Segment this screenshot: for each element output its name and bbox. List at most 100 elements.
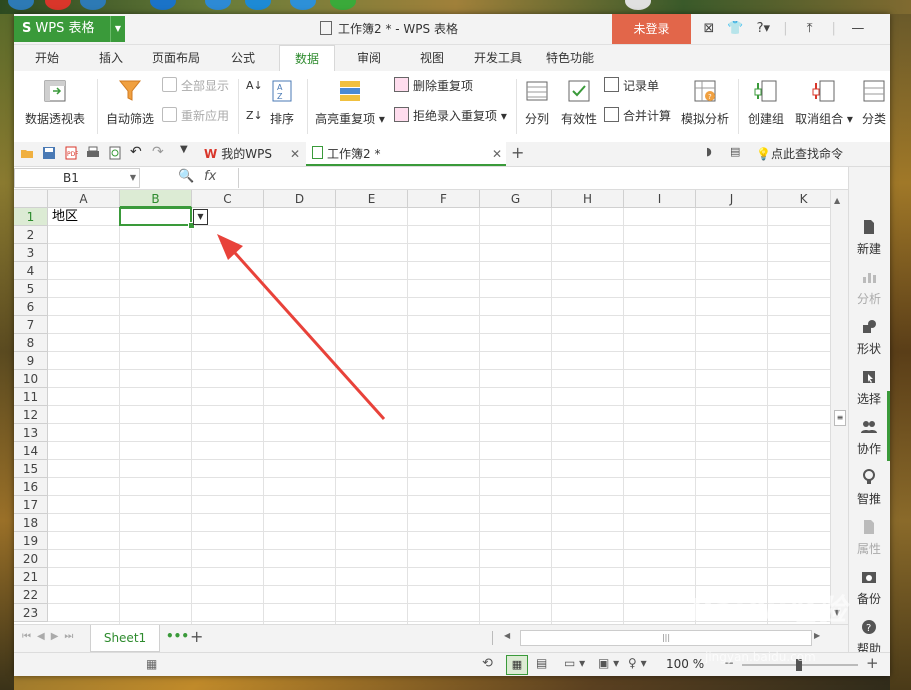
- format-icon[interactable]: ◗: [706, 145, 720, 159]
- minimize-icon[interactable]: —: [843, 14, 873, 44]
- comment-icon[interactable]: ▤: [730, 145, 744, 159]
- highlight-duplicates-button[interactable]: 高亮重复项 ▾: [312, 79, 388, 127]
- taskbar-app-icon[interactable]: [205, 0, 231, 10]
- history-icon[interactable]: ⟲: [482, 656, 493, 671]
- more-sheets-icon[interactable]: •••: [166, 629, 189, 643]
- taskbar-app-icon[interactable]: [45, 0, 71, 10]
- column-header[interactable]: K: [768, 190, 830, 208]
- column-header[interactable]: H: [552, 190, 624, 208]
- scroll-left-icon[interactable]: ◀: [504, 631, 510, 640]
- dropdown-list-button[interactable]: ▼: [193, 209, 208, 225]
- data-validation-button[interactable]: 有效性: [558, 79, 600, 127]
- tab-formulas[interactable]: 公式: [220, 45, 266, 71]
- row-header[interactable]: 19: [14, 532, 48, 550]
- column-header[interactable]: I: [624, 190, 696, 208]
- sort-descending-button[interactable]: Z↓: [246, 107, 263, 125]
- taskbar-app-icon[interactable]: [8, 0, 34, 10]
- show-all-button[interactable]: 全部显示: [162, 77, 229, 95]
- row-header[interactable]: 2: [14, 226, 48, 244]
- tab-home[interactable]: 开始: [24, 45, 70, 71]
- scroll-thumb[interactable]: ≡: [834, 410, 846, 426]
- side-properties-button[interactable]: 属性: [849, 519, 889, 557]
- side-analysis-button[interactable]: 分析: [849, 269, 889, 307]
- row-header[interactable]: 20: [14, 550, 48, 568]
- add-sheet-icon[interactable]: +: [190, 627, 203, 646]
- chevron-down-icon[interactable]: ▼: [110, 16, 125, 42]
- taskbar-app-icon[interactable]: [150, 0, 176, 10]
- sort-button[interactable]: AZ 排序: [264, 79, 300, 127]
- row-header[interactable]: 11: [14, 388, 48, 406]
- ungroup-button[interactable]: 取消组合 ▾: [792, 79, 856, 127]
- save-icon[interactable]: [42, 146, 56, 160]
- taskbar-app-icon[interactable]: [245, 0, 271, 10]
- print-icon[interactable]: [86, 146, 100, 160]
- panel-collapse-handle[interactable]: [887, 391, 890, 461]
- row-header[interactable]: 17: [14, 496, 48, 514]
- restore-view-icon[interactable]: ⤒: [795, 14, 825, 44]
- column-header[interactable]: D: [264, 190, 336, 208]
- help-button[interactable]: ?▾: [750, 14, 776, 44]
- row-header[interactable]: 1: [14, 208, 48, 226]
- tab-special[interactable]: 特色功能: [538, 45, 602, 71]
- remove-duplicates-button[interactable]: 删除重复项: [394, 77, 473, 95]
- row-header[interactable]: 12: [14, 406, 48, 424]
- consolidate-button[interactable]: 合并计算: [604, 107, 671, 125]
- formula-input[interactable]: [238, 168, 845, 188]
- export-pdf-icon[interactable]: PDF: [64, 146, 78, 160]
- taskbar-app-icon[interactable]: [80, 0, 106, 10]
- side-shape-button[interactable]: 形状: [849, 319, 889, 357]
- eye-protection-icon[interactable]: ♀ ▾: [628, 656, 647, 670]
- reading-view-icon[interactable]: ▣ ▾: [598, 656, 619, 670]
- row-header[interactable]: 10: [14, 370, 48, 388]
- row-header[interactable]: 18: [14, 514, 48, 532]
- close-icon[interactable]: ✕: [492, 142, 502, 166]
- reapply-button[interactable]: 重新应用: [162, 107, 229, 125]
- cell-a1[interactable]: 地区: [52, 208, 78, 226]
- row-header[interactable]: 9: [14, 352, 48, 370]
- taskbar-app-icon[interactable]: [330, 0, 356, 10]
- side-new-button[interactable]: 新建: [849, 219, 889, 257]
- tab-review[interactable]: 审阅: [346, 45, 392, 71]
- app-menu-button[interactable]: S WPS 表格 ▼: [14, 16, 125, 42]
- normal-view-icon[interactable]: ▦: [506, 655, 528, 675]
- spreadsheet-grid[interactable]: A B C D E F G H I J K 1 2 3 4 5 6 7 8 9 10 11 12 13 14 15 16 17 18 19…: [14, 190, 830, 624]
- row-header[interactable]: 7: [14, 316, 48, 334]
- autofilter-button[interactable]: 自动筛选: [102, 79, 158, 127]
- name-box[interactable]: B1 ▼: [14, 168, 140, 188]
- chevron-down-icon[interactable]: ▼: [130, 169, 136, 187]
- zoom-level[interactable]: 100 %: [666, 657, 704, 671]
- side-select-button[interactable]: 选择: [849, 369, 889, 407]
- row-header[interactable]: 23: [14, 604, 48, 622]
- close-icon[interactable]: ✕: [290, 142, 300, 166]
- column-header[interactable]: B: [120, 190, 192, 208]
- vertical-scrollbar[interactable]: ▲ ≡ ▼: [830, 190, 848, 624]
- new-tab-icon[interactable]: +: [511, 143, 525, 162]
- row-header[interactable]: 14: [14, 442, 48, 460]
- scroll-right-icon[interactable]: ▶: [814, 631, 820, 640]
- column-header[interactable]: G: [480, 190, 552, 208]
- open-folder-icon[interactable]: [20, 146, 34, 160]
- doc-tab-workbook2[interactable]: 工作簿2 * ✕: [306, 142, 506, 166]
- page-layout-view-icon[interactable]: ▭ ▾: [564, 656, 585, 670]
- row-header[interactable]: 13: [14, 424, 48, 442]
- scroll-up-icon[interactable]: ▲: [834, 196, 840, 205]
- row-header[interactable]: 6: [14, 298, 48, 316]
- skin-icon[interactable]: ⊠: [698, 14, 720, 44]
- tshirt-icon[interactable]: 👕: [724, 14, 746, 44]
- command-search[interactable]: 💡点此查找命令 (Alt+Q): [756, 142, 890, 185]
- tab-page-layout[interactable]: 页面布局: [144, 45, 208, 71]
- split-column-button[interactable]: 分列: [520, 79, 554, 127]
- taskbar-app-icon[interactable]: [290, 0, 316, 10]
- horizontal-scroll-thumb[interactable]: |||: [520, 630, 812, 646]
- row-header[interactable]: 4: [14, 262, 48, 280]
- redo-icon[interactable]: ↷: [152, 144, 166, 160]
- row-header[interactable]: 16: [14, 478, 48, 496]
- row-header[interactable]: 3: [14, 244, 48, 262]
- column-header[interactable]: F: [408, 190, 480, 208]
- fx-icon[interactable]: fx: [204, 169, 216, 184]
- customize-toolbar-icon[interactable]: ▼: [180, 144, 194, 158]
- select-all-corner[interactable]: [14, 190, 48, 208]
- side-backup-button[interactable]: 备份: [849, 569, 889, 607]
- column-header[interactable]: C: [192, 190, 264, 208]
- zoom-formula-icon[interactable]: 🔍: [178, 169, 194, 184]
